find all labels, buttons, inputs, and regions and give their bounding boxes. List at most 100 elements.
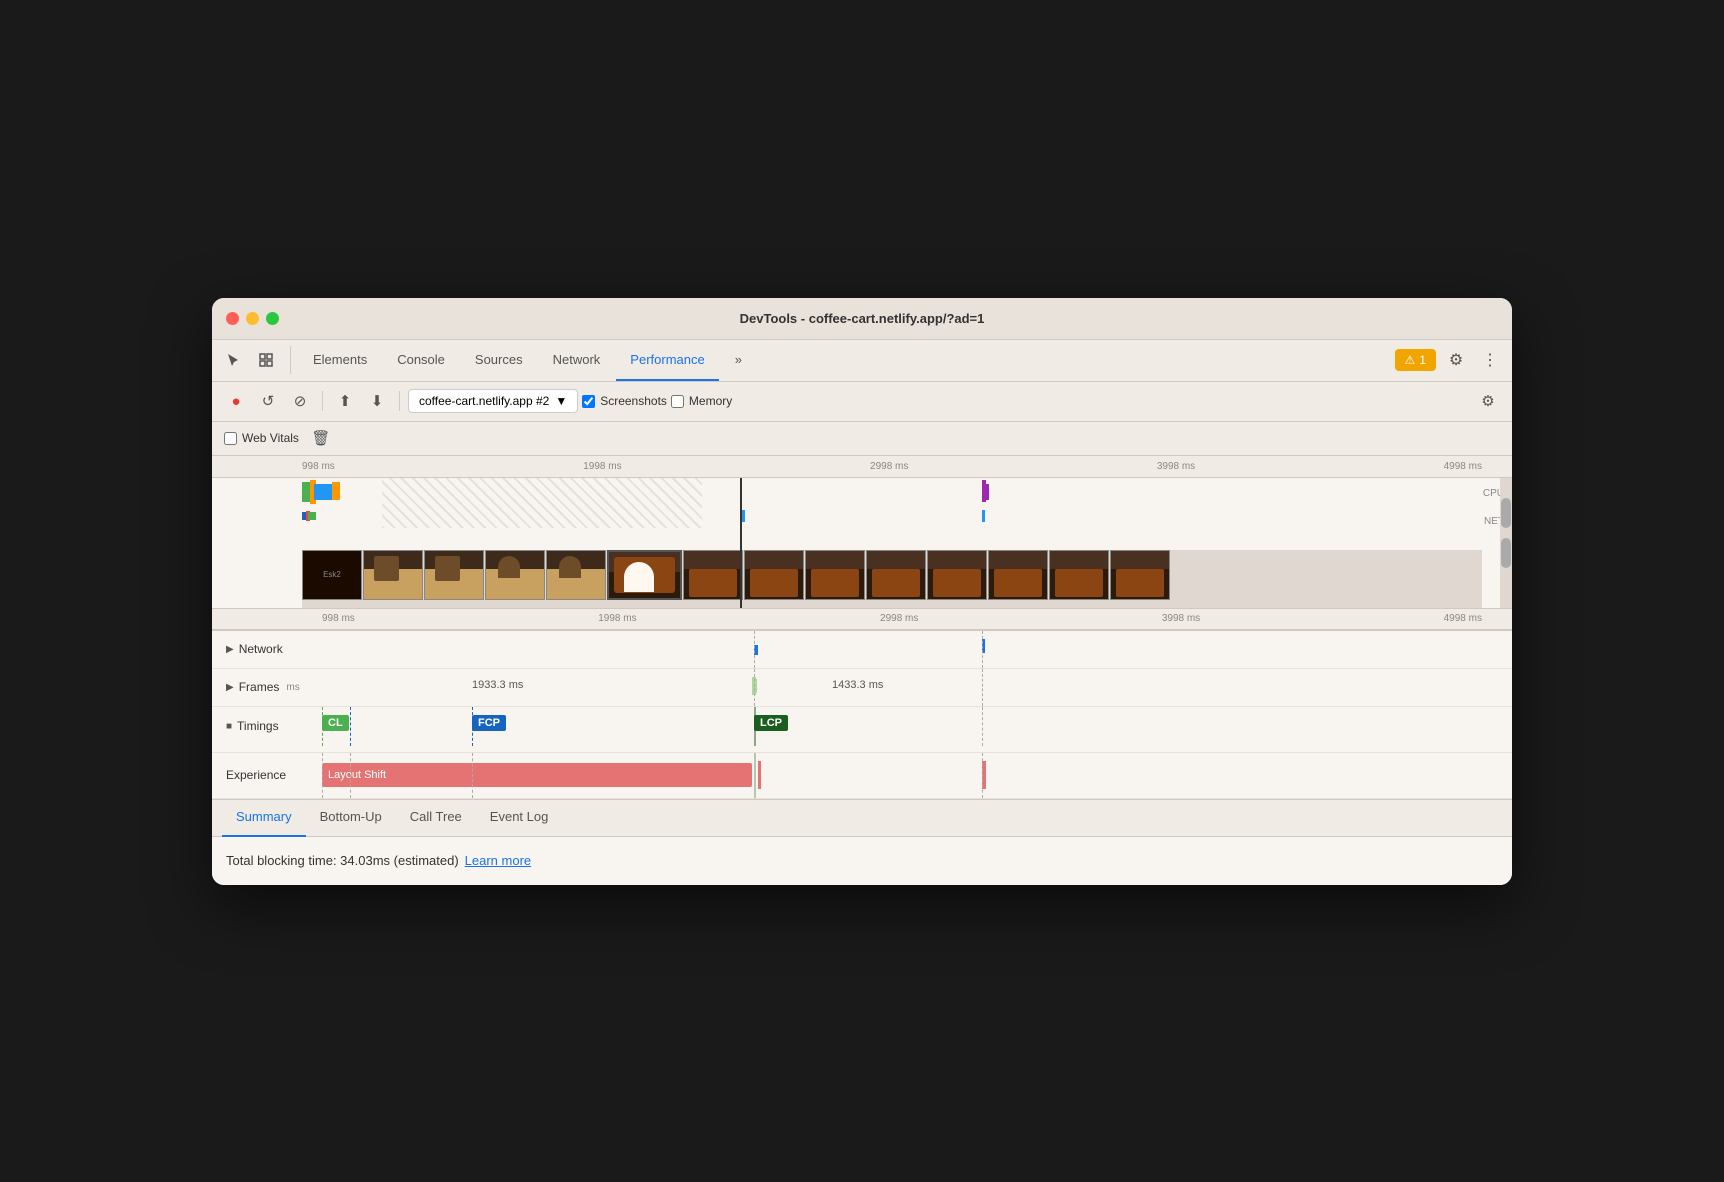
network-expand[interactable]: ▶ xyxy=(226,644,234,655)
cl-badge: CL xyxy=(322,715,349,731)
network-row: ▶ Network xyxy=(212,631,1512,669)
record-button[interactable]: ● xyxy=(222,387,250,415)
timings-content: CL FCP LCP xyxy=(322,707,1512,746)
traffic-lights xyxy=(226,312,279,325)
tab-summary[interactable]: Summary xyxy=(222,799,306,837)
web-vitals-bar: Web Vitals 🗑 xyxy=(212,422,1512,456)
exp-vline-1 xyxy=(322,753,323,798)
memory-checkbox-label[interactable]: Memory xyxy=(671,394,732,408)
tab-console[interactable]: Console xyxy=(383,339,459,381)
frames-expand[interactable]: ▶ xyxy=(226,682,234,693)
warning-badge[interactable]: ⚠ 1 xyxy=(1395,349,1436,371)
nav-right: ⚠ 1 ⚙ ⋮ xyxy=(1395,346,1504,374)
status-bar: Total blocking time: 34.03ms (estimated)… xyxy=(212,837,1512,885)
screenshot-thumb-4 xyxy=(485,550,545,600)
reload-button[interactable]: ↺ xyxy=(254,387,282,415)
screenshot-thumb-14 xyxy=(1110,550,1170,600)
tab-network[interactable]: Network xyxy=(539,339,615,381)
screenshot-thumb-8 xyxy=(744,550,804,600)
profile-selector[interactable]: coffee-cart.netlify.app #2 ▼ xyxy=(408,389,578,413)
layout-shift-mark xyxy=(758,761,761,789)
settings-icon[interactable]: ⚙ xyxy=(1442,346,1470,374)
ruler-mark-5: 4998 ms xyxy=(1444,461,1482,472)
screenshot-thumb-11 xyxy=(927,550,987,600)
ruler-mark-1: 998 ms xyxy=(302,461,335,472)
ruler-mark-2: 1998 ms xyxy=(583,461,621,472)
tab-event-log[interactable]: Event Log xyxy=(476,799,563,837)
lcp-badge-container: LCP xyxy=(754,713,788,731)
ruler-mark-4: 3998 ms xyxy=(1157,461,1195,472)
cpu-track: ➡ xyxy=(302,478,1482,506)
timings-label: ■ Timings xyxy=(212,719,322,733)
download-button[interactable]: ⬇ xyxy=(363,387,391,415)
fcp-badge: FCP xyxy=(472,715,506,731)
layout-shift-bar: Layout Shift xyxy=(322,763,752,787)
timeline-area: 998 ms 1998 ms 2998 ms 3998 ms 4998 ms C… xyxy=(212,456,1512,631)
frames-content: 1933.3 ms 1433.3 ms xyxy=(322,669,1512,706)
exp-vline-2 xyxy=(350,753,351,798)
screenshot-thumb-13 xyxy=(1049,550,1109,600)
screenshot-thumb-10 xyxy=(866,550,926,600)
more-menu-icon[interactable]: ⋮ xyxy=(1476,346,1504,374)
cl-badge-container: CL xyxy=(322,713,349,731)
tab-performance[interactable]: Performance xyxy=(616,339,718,381)
experience-row: Experience Layout Shift xyxy=(212,753,1512,799)
separator-2 xyxy=(399,391,400,411)
web-vitals-checkbox[interactable] xyxy=(224,432,237,445)
frame-duration-1: 1933.3 ms xyxy=(472,679,523,691)
clear-button[interactable]: ⊘ xyxy=(286,387,314,415)
web-vitals-checkbox-label[interactable]: Web Vitals xyxy=(224,431,299,445)
status-text: Total blocking time: 34.03ms (estimated) xyxy=(226,853,459,868)
close-button[interactable] xyxy=(226,312,239,325)
minimize-button[interactable] xyxy=(246,312,259,325)
maximize-button[interactable] xyxy=(266,312,279,325)
ruler2-mark-1: 998 ms xyxy=(322,613,355,624)
inspect-icon[interactable] xyxy=(252,346,280,374)
timings-row: ■ Timings CL FCP LCP xyxy=(212,707,1512,753)
exp-vline-3 xyxy=(472,753,473,798)
tab-elements[interactable]: Elements xyxy=(299,339,381,381)
overview-tracks: CPU NET ➡ xyxy=(212,478,1512,608)
lcp-vline xyxy=(754,707,756,746)
nav-bar: Elements Console Sources Network Perform… xyxy=(212,340,1512,382)
memory-checkbox[interactable] xyxy=(671,395,684,408)
toolbar-settings-button[interactable]: ⚙ xyxy=(1474,387,1502,415)
timings-vline xyxy=(982,707,983,746)
learn-more-link[interactable]: Learn more xyxy=(465,853,531,868)
tab-sources[interactable]: Sources xyxy=(461,339,537,381)
ruler2-mark-3: 2998 ms xyxy=(880,613,918,624)
frame-duration-2: 1433.3 ms xyxy=(832,679,883,691)
screenshot-thumb-6 xyxy=(607,550,682,600)
ruler2-mark-4: 3998 ms xyxy=(1162,613,1200,624)
frames-label: ▶ Frames ms xyxy=(212,680,322,694)
tab-bottom-up[interactable]: Bottom-Up xyxy=(306,799,396,837)
screenshot-thumb-12 xyxy=(988,550,1048,600)
tab-more[interactable]: » xyxy=(721,339,756,381)
scrollbar-thumb-2[interactable] xyxy=(1501,538,1511,568)
screenshots-checkbox-label[interactable]: Screenshots xyxy=(582,394,667,408)
delete-web-vitals-button[interactable]: 🗑 xyxy=(307,424,335,452)
separator-1 xyxy=(322,391,323,411)
detail-area: ▶ Network ▶ Frames ms 1933.3 m xyxy=(212,631,1512,799)
scrollbar-thumb[interactable] xyxy=(1501,498,1511,528)
upload-button[interactable]: ⬆ xyxy=(331,387,359,415)
tab-call-tree[interactable]: Call Tree xyxy=(396,799,476,837)
experience-label: Experience xyxy=(212,768,322,782)
ruler2-mark-5: 4998 ms xyxy=(1444,613,1482,624)
ruler-mark-3: 2998 ms xyxy=(870,461,908,472)
cl-vline xyxy=(322,707,323,746)
net-track xyxy=(302,510,1482,522)
nav-icons xyxy=(220,346,291,374)
scrollbar-track xyxy=(1500,478,1512,608)
frames-ms: ms xyxy=(286,682,299,693)
screenshots-checkbox[interactable] xyxy=(582,395,595,408)
vline-2 xyxy=(982,631,983,668)
screenshot-thumb-3 xyxy=(424,550,484,600)
title-bar: DevTools - coffee-cart.netlify.app/?ad=1 xyxy=(212,298,1512,340)
toolbar: ● ↺ ⊘ ⬆ ⬇ coffee-cart.netlify.app #2 ▼ S… xyxy=(212,382,1512,422)
exp-lcp-line xyxy=(754,753,756,798)
fcp-badge-container: FCP xyxy=(472,713,506,731)
fcp-vline xyxy=(472,707,473,746)
lcp-badge: LCP xyxy=(754,715,788,731)
cursor-icon[interactable] xyxy=(220,346,248,374)
